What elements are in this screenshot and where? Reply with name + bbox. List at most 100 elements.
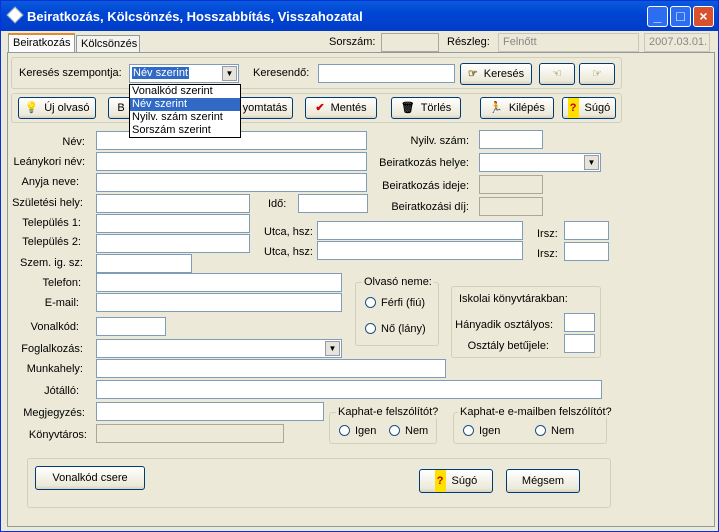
email-field[interactable] bbox=[96, 293, 342, 312]
chevron-down-icon[interactable]: ▼ bbox=[584, 155, 599, 170]
telepules1-label: Település 1: bbox=[22, 217, 81, 229]
szem-ig-sz-label: Szem. ig. sz: bbox=[20, 257, 83, 269]
vonalkod-field[interactable] bbox=[96, 317, 166, 336]
reminder-yes-radio[interactable] bbox=[339, 425, 350, 436]
telepules2-label: Település 2: bbox=[22, 236, 81, 248]
maximize-button[interactable]: □ bbox=[670, 6, 691, 27]
hand-right-icon: ☞ bbox=[592, 68, 602, 80]
search-criteria-select[interactable]: Név szerint ▼ bbox=[129, 64, 239, 83]
trash-icon: 🗑 bbox=[400, 102, 415, 114]
utca1-field[interactable] bbox=[317, 221, 523, 240]
email-reminder-no-label: Nem bbox=[551, 425, 575, 437]
previous-button[interactable]: ☜ bbox=[539, 63, 575, 85]
irsz2-field[interactable] bbox=[564, 242, 609, 261]
chevron-down-icon[interactable]: ▼ bbox=[325, 341, 340, 356]
dropdown-option[interactable]: Nyilv. szám szerint bbox=[130, 111, 240, 124]
female-radio[interactable] bbox=[365, 323, 376, 334]
beiratkozas-helye-label: Beiratkozás helye: bbox=[379, 157, 469, 169]
beiratkozasi-dij-label: Beiratkozási díj: bbox=[391, 201, 469, 213]
search-criteria-dropdown[interactable]: Vonalkód szerint Név szerint Nyilv. szám… bbox=[129, 84, 241, 138]
help-button[interactable]: ? Súgó bbox=[562, 97, 616, 119]
grade-field[interactable] bbox=[564, 313, 595, 332]
save-button[interactable]: ✔ Mentés bbox=[305, 97, 377, 119]
nyilv-szam-label: Nyilv. szám: bbox=[410, 135, 469, 147]
nev-label: Név: bbox=[62, 136, 85, 148]
b-button-label: B bbox=[117, 102, 125, 114]
munkahely-label: Munkahely: bbox=[26, 363, 83, 375]
megjegyzes-label: Megjegyzés: bbox=[23, 407, 85, 419]
tab-kolcsonzes[interactable]: Kölcsönzés bbox=[76, 35, 140, 53]
foglalkozas-select[interactable]: ▼ bbox=[96, 339, 342, 358]
szuletesi-hely-field[interactable] bbox=[96, 194, 250, 213]
delete-button-label: Törlés bbox=[420, 102, 452, 114]
grade-label: Hányadik osztályos: bbox=[455, 319, 553, 331]
utca1-label: Utca, hsz: bbox=[264, 226, 313, 238]
email-reminder-yes-radio[interactable] bbox=[463, 425, 474, 436]
reminder-no-radio[interactable] bbox=[389, 425, 400, 436]
tab-beiratkozas[interactable]: Beiratkozás bbox=[8, 33, 75, 53]
dropdown-option[interactable]: Sorszám szerint bbox=[130, 124, 240, 137]
konyvtaros-label: Könyvtáros: bbox=[28, 429, 87, 441]
search-criteria-label: Keresés szempontja: bbox=[19, 67, 122, 79]
megjegyzes-field[interactable] bbox=[96, 402, 324, 421]
new-reader-button[interactable]: 💡 Új olvasó bbox=[18, 97, 96, 119]
jotallo-label: Jótálló: bbox=[44, 385, 79, 397]
ido-label: Idő: bbox=[268, 198, 287, 210]
telepules2-field[interactable] bbox=[96, 234, 250, 253]
irsz1-field[interactable] bbox=[564, 221, 609, 240]
cancel-button[interactable]: Mégsem bbox=[506, 469, 580, 493]
close-button[interactable]: × bbox=[693, 6, 714, 27]
delete-button[interactable]: 🗑 Törlés bbox=[391, 97, 461, 119]
beiratkozasi-dij-field bbox=[479, 197, 543, 216]
chevron-down-icon[interactable]: ▼ bbox=[222, 66, 237, 81]
szem-ig-sz-field[interactable] bbox=[96, 254, 192, 273]
search-button[interactable]: ☞ Keresés bbox=[460, 63, 532, 85]
window-title: Beiratkozás, Kölcsönzés, Hosszabbítás, V… bbox=[27, 9, 363, 24]
search-criteria-value: Név szerint bbox=[132, 67, 190, 79]
telefon-label: Telefon: bbox=[42, 277, 81, 289]
irsz1-label: Irsz: bbox=[537, 228, 558, 240]
dropdown-option-selected[interactable]: Név szerint bbox=[130, 98, 240, 111]
female-label: Nő (lány) bbox=[381, 323, 426, 335]
barcode-change-button[interactable]: Vonalkód csere bbox=[35, 466, 145, 490]
nyilv-szam-field[interactable] bbox=[479, 130, 543, 149]
exit-button[interactable]: 🏃 Kilépés bbox=[480, 97, 554, 119]
minimize-button[interactable]: _ bbox=[647, 6, 668, 27]
app-icon bbox=[6, 6, 24, 24]
anyja-neve-label: Anyja neve: bbox=[21, 176, 79, 188]
szuletesi-hely-label: Születési hely: bbox=[12, 197, 83, 209]
jotallo-field[interactable] bbox=[96, 380, 602, 399]
question-icon: ? bbox=[434, 470, 446, 492]
telefon-field[interactable] bbox=[96, 273, 342, 292]
next-button[interactable]: ☞ bbox=[579, 63, 615, 85]
reminder-yes-label: Igen bbox=[355, 425, 377, 437]
anyja-neve-field[interactable] bbox=[96, 173, 367, 192]
leanykori-nev-label: Leánykori név: bbox=[13, 156, 85, 168]
search-term-input[interactable] bbox=[318, 64, 455, 83]
irsz2-label: Irsz: bbox=[537, 248, 558, 260]
print-button[interactable]: yomtatás bbox=[237, 97, 293, 119]
gender-title: Olvasó neme: bbox=[362, 276, 434, 288]
sorszam-field bbox=[381, 33, 439, 52]
male-radio[interactable] bbox=[365, 297, 376, 308]
lightbulb-icon: 💡 bbox=[24, 102, 39, 114]
class-mark-field[interactable] bbox=[564, 334, 595, 353]
leanykori-nev-field[interactable] bbox=[96, 152, 367, 171]
class-mark-label: Osztály betűjele: bbox=[467, 340, 549, 352]
munkahely-field[interactable] bbox=[96, 359, 446, 378]
print-button-label: yomtatás bbox=[242, 102, 288, 114]
save-button-label: Mentés bbox=[330, 102, 367, 114]
reszleg-label: Részleg: bbox=[447, 36, 490, 48]
beiratkozas-helye-select[interactable]: ▼ bbox=[479, 153, 601, 172]
email-reminder-no-radio[interactable] bbox=[535, 425, 546, 436]
question-icon: ? bbox=[567, 98, 579, 118]
help-button-label: Súgó bbox=[584, 102, 611, 114]
utca2-field[interactable] bbox=[317, 241, 523, 260]
telepules1-field[interactable] bbox=[96, 214, 250, 233]
reminder-no-label: Nem bbox=[405, 425, 429, 437]
email-reminder-yes-label: Igen bbox=[479, 425, 501, 437]
footer-help-button[interactable]: ? Súgó bbox=[419, 469, 493, 493]
ido-field[interactable] bbox=[298, 194, 368, 213]
email-reminder-title: Kaphat-e e-mailben felszólítót? bbox=[458, 406, 614, 418]
dropdown-option[interactable]: Vonalkód szerint bbox=[130, 85, 240, 98]
